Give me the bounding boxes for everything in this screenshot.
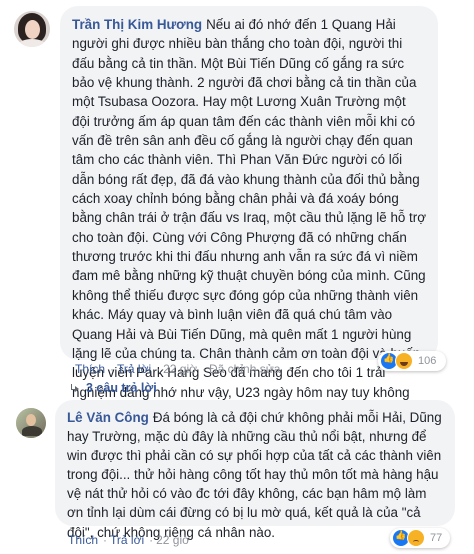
reaction-count: 106 <box>418 355 437 367</box>
separator: · <box>149 533 154 547</box>
like-link[interactable]: Thích <box>68 533 98 547</box>
separator: · <box>103 533 108 547</box>
separator: · <box>202 362 206 376</box>
view-replies-link[interactable]: 3 câu trả lời <box>70 381 157 395</box>
edited-label[interactable]: Đã chỉnh sửa <box>209 362 280 376</box>
timestamp[interactable]: 22 giờ <box>156 533 190 547</box>
comment-author[interactable]: Lê Văn Công <box>67 410 149 425</box>
reaction-summary[interactable]: 106 <box>378 351 446 371</box>
avatar[interactable] <box>16 408 46 438</box>
avatar[interactable] <box>14 11 50 47</box>
comment-bubble: Lê Văn Công Đá bóng là cả đội chứ không p… <box>55 400 455 540</box>
avatar-face <box>25 20 40 39</box>
avatar-body <box>22 426 42 436</box>
comment-actions: Thích · Trả lời · 22 giờ · Đã chỉnh sửa <box>75 362 375 378</box>
avatar-body <box>18 39 46 47</box>
reply-link[interactable]: Trả lời <box>117 362 151 376</box>
sad-icon <box>407 529 425 547</box>
separator: · <box>156 362 161 376</box>
reaction-summary[interactable]: 77 <box>390 528 450 548</box>
avatar-face <box>26 414 36 426</box>
timestamp[interactable]: 22 giờ <box>163 362 197 376</box>
reply-link[interactable]: Trả lời <box>110 533 144 547</box>
comment-bubble: Trần Thị Kim Hương Nếu ai đó nhớ đến 1 Qu… <box>60 6 438 438</box>
comment-text: Lê Văn Công Đá bóng là cả đội chứ không p… <box>67 408 443 542</box>
reply-arrow-icon <box>70 384 80 392</box>
reaction-count: 77 <box>430 532 443 544</box>
separator: · <box>110 362 115 376</box>
like-link[interactable]: Thích <box>75 362 105 376</box>
replies-label: 3 câu trả lời <box>86 381 157 395</box>
haha-icon <box>395 352 413 370</box>
comment-author[interactable]: Trần Thị Kim Hương <box>72 17 202 32</box>
comment-body: Đá bóng là cả đội chứ không phải mỗi Hải… <box>67 410 442 540</box>
comment-actions: Thích · Trả lời · 22 giờ <box>68 533 368 549</box>
